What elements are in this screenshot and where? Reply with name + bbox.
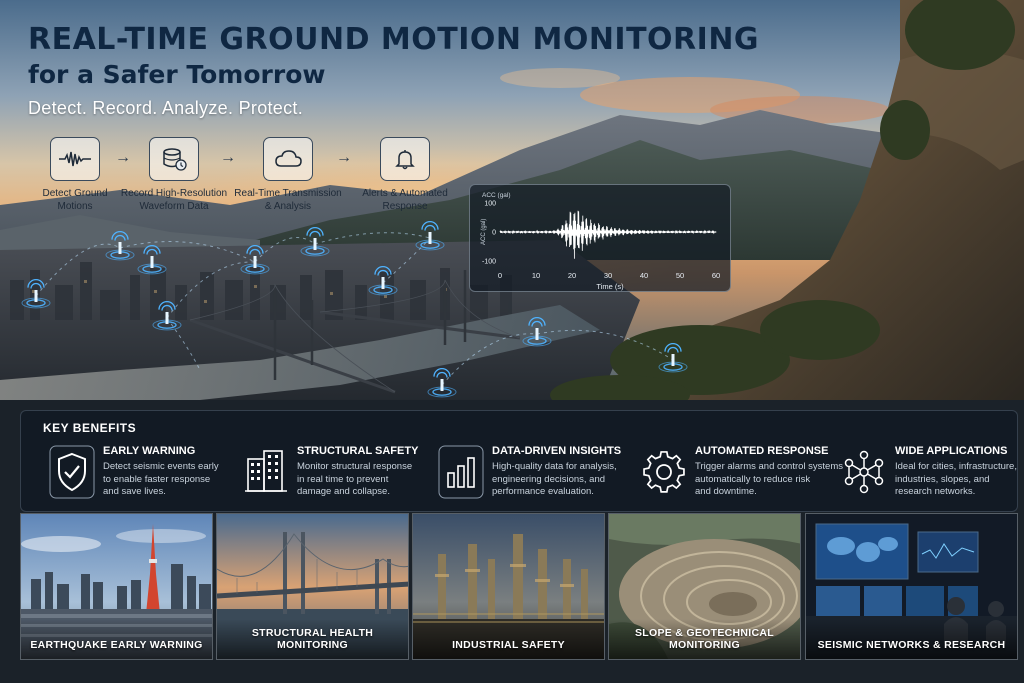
sensor-beacon-icon (427, 368, 457, 398)
x-tick-label: 40 (640, 271, 648, 280)
sensor-beacon-icon (368, 266, 398, 296)
y-axis-label-vertical: ACC (gal) (481, 219, 487, 245)
gear-icon (641, 445, 687, 499)
key-benefits-panel: KEY BENEFITS EARLY WARNING Detect seismi… (20, 410, 1018, 512)
network-icon (841, 445, 887, 499)
sensor-beacon-icon (300, 227, 330, 257)
benefit-heading: AUTOMATED RESPONSE (695, 445, 829, 457)
x-tick-label: 20 (568, 271, 576, 280)
tile-label: EARTHQUAKE EARLY WARNING (30, 639, 203, 651)
step-label: Detect Ground Motions (42, 188, 108, 212)
y-tick-label: -100 (482, 259, 496, 266)
tile-slope-geotechnical-monitoring: SLOPE & GEOTECHNICAL MONITORING (608, 513, 801, 660)
tile-label: INDUSTRIAL SAFETY (452, 639, 565, 651)
benefit-description: Trigger alarms and control systems automa… (695, 461, 844, 497)
x-tick-label: 0 (498, 271, 502, 280)
sensor-beacon-icon (152, 301, 182, 331)
x-tick-label: 50 (676, 271, 684, 280)
x-tick-label: 10 (532, 271, 540, 280)
cloud-icon (263, 137, 313, 181)
benefit-description: Monitor structural response in real time … (297, 461, 413, 497)
building-icon (243, 445, 289, 499)
tile-seismic-networks-research: SEISMIC NETWORKS & RESEARCH (805, 513, 1018, 660)
tile-label: SEISMIC NETWORKS & RESEARCH (817, 639, 1006, 651)
benefit-heading: DATA-DRIVEN INSIGHTS (492, 445, 622, 457)
benefit-description: High-quality data for analysis, engineeri… (492, 461, 617, 497)
waveform-chart: ACC (gal) ACC (gal) Time (s) 0 10 20 30 40 50… (481, 192, 720, 291)
y-tick-label: 0 (492, 230, 496, 237)
step-record: Record High-Resolution Waveform Data (119, 137, 229, 213)
shield-check-icon (49, 445, 95, 499)
benefit-description: Detect seismic events early to enable fas… (103, 461, 219, 497)
step-label: Real-Time Transmission & Analysis (234, 188, 342, 212)
sensor-beacon-icon (137, 245, 167, 275)
x-tick-label: 60 (712, 271, 720, 280)
waveform-series-line (499, 210, 717, 259)
bar-chart-icon (438, 445, 484, 499)
tile-earthquake-early-warning: EARTHQUAKE EARLY WARNING (20, 513, 213, 660)
y-tick-label: 100 (484, 201, 496, 208)
sensor-beacon-icon (522, 317, 552, 347)
y-axis-label: ACC (gal) (482, 192, 511, 199)
application-tiles: EARTHQUAKE EARLY WARNING STRUCTURAL HEAL… (20, 513, 1018, 660)
tile-industrial-safety: INDUSTRIAL SAFETY (412, 513, 605, 660)
sensor-beacon-icon (105, 231, 135, 261)
tile-structural-health-monitoring: STRUCTURAL HEALTH MONITORING (216, 513, 409, 660)
sensor-beacon-icon (240, 245, 270, 275)
step-transmit: Real-Time Transmission & Analysis (233, 137, 343, 213)
benefit-heading: WIDE APPLICATIONS (895, 445, 1008, 457)
waveform-icon (50, 137, 100, 181)
page-subtitle: for a Safer Tomorrow (28, 60, 326, 89)
sensor-beacon-icon (415, 221, 445, 251)
bell-icon (380, 137, 430, 181)
benefit-heading: STRUCTURAL SAFETY (297, 445, 419, 457)
process-steps: Detect Ground Motions → Record High-Resol… (40, 137, 470, 217)
step-alert: Alerts & Automated Response (350, 137, 460, 213)
benefit-description: Ideal for cities, infrastructure, industr… (895, 461, 1017, 497)
x-axis-label: Time (s) (596, 282, 624, 291)
sensor-beacon-icon (658, 343, 688, 373)
database-icon (149, 137, 199, 181)
tagline: Detect. Record. Analyze. Protect. (28, 98, 304, 118)
tile-label: SLOPE & GEOTECHNICAL MONITORING (634, 627, 774, 651)
step-label: Record High-Resolution Waveform Data (120, 188, 228, 212)
x-tick-label: 30 (604, 271, 612, 280)
benefit-heading: EARLY WARNING (103, 445, 196, 457)
tile-label: STRUCTURAL HEALTH MONITORING (251, 627, 374, 651)
step-label: Alerts & Automated Response (362, 188, 448, 212)
waveform-chart-panel: ACC (gal) ACC (gal) Time (s) 0 10 20 30 40 50… (469, 184, 731, 292)
page-title: REAL-TIME GROUND MOTION MONITORING (28, 22, 760, 57)
title-block: REAL-TIME GROUND MOTION MONITORING for a… (28, 22, 759, 119)
step-detect: Detect Ground Motions (20, 137, 130, 213)
benefits-title: KEY BENEFITS (43, 421, 137, 435)
sensor-beacon-icon (21, 279, 51, 309)
